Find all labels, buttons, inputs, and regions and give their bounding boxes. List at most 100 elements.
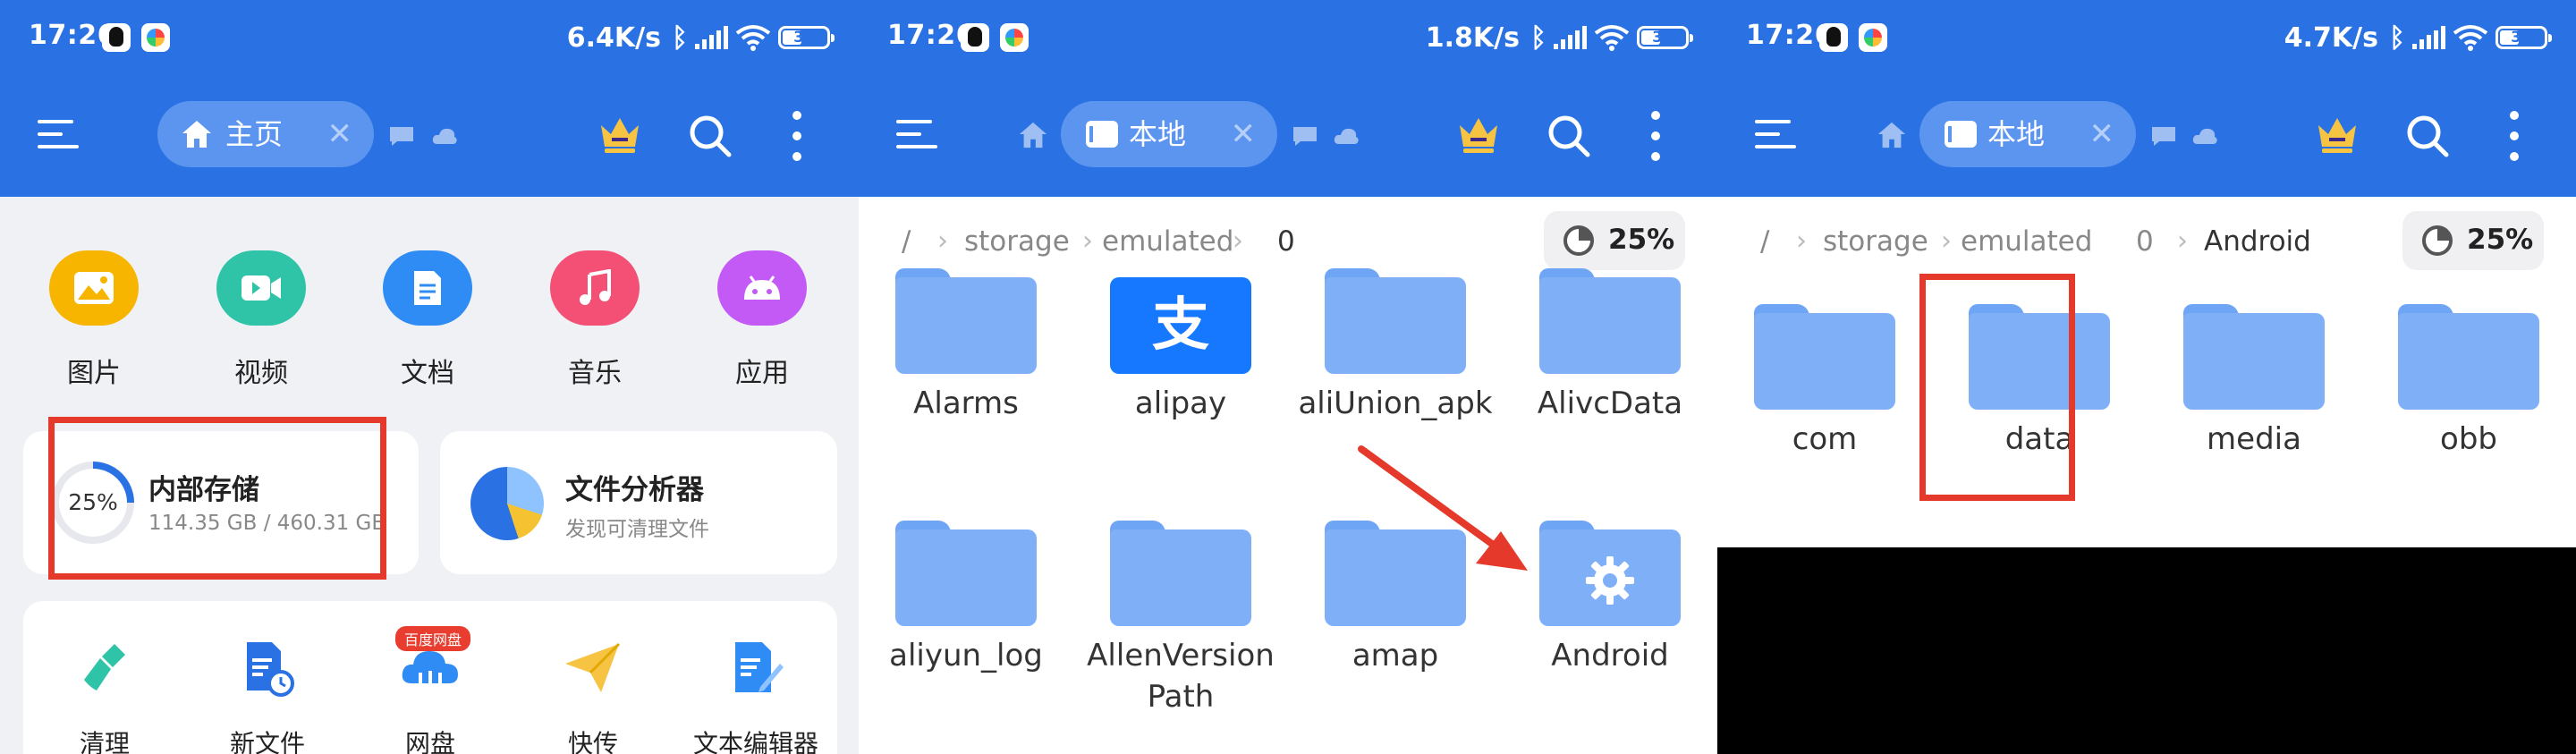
tool-cloud-drive[interactable]: 百度网盘 网盘 xyxy=(354,626,506,754)
breadcrumb-root[interactable]: / xyxy=(1760,224,1769,259)
tool-label: 快传 xyxy=(567,729,618,754)
battery-level: 39 xyxy=(2511,29,2532,47)
battery-level: 39 xyxy=(793,29,815,47)
tool-new-file[interactable]: 新文件 xyxy=(191,637,343,754)
status-indicators: 6.4K/s ᛒ 39 xyxy=(566,20,835,55)
category-label: 视频 xyxy=(234,358,288,389)
network-speed: 4.7K/s xyxy=(2284,21,2378,54)
cloud-drive-icon xyxy=(399,637,462,699)
close-icon[interactable]: ✕ xyxy=(327,117,353,151)
battery-level: 39 xyxy=(1652,29,1674,47)
folder-item[interactable]: com xyxy=(1717,304,1932,460)
breadcrumb-storage[interactable]: storage xyxy=(1823,224,1928,259)
close-icon[interactable]: ✕ xyxy=(2089,117,2115,151)
tool-clean[interactable]: 清理 xyxy=(29,637,181,754)
bluetooth-icon: ᛒ xyxy=(2389,21,2405,54)
folder-item[interactable]: obb xyxy=(2361,304,2576,460)
category-music[interactable]: 音乐 xyxy=(541,250,648,390)
home-icon[interactable] xyxy=(1877,120,1907,150)
category-videos[interactable]: 视频 xyxy=(208,250,315,390)
breadcrumb-0[interactable]: 0 xyxy=(2136,224,2154,259)
cloud-icon[interactable] xyxy=(431,125,458,147)
nav-row: 本地 ✕ xyxy=(1717,98,2576,170)
local-storage-icon xyxy=(1945,121,1977,148)
top-bar: 17:26 6.4K/s ᛒ 39 主页 ✕ xyxy=(0,0,859,197)
search-icon[interactable] xyxy=(2404,113,2451,159)
battery-icon: 39 xyxy=(778,26,835,49)
music-icon xyxy=(550,250,640,326)
notification-app-icon xyxy=(1859,23,1887,52)
category-images[interactable]: 图片 xyxy=(40,250,148,390)
tab-local[interactable]: 本地 ✕ xyxy=(1919,101,2136,167)
folder-icon xyxy=(1754,304,1895,410)
chat-icon[interactable] xyxy=(388,125,415,147)
storage-usage-button[interactable]: 25% xyxy=(2402,211,2544,270)
category-label: 文档 xyxy=(401,358,454,389)
folder-name: media xyxy=(2207,421,2301,457)
tool-text-editor[interactable]: 文本编辑器 xyxy=(680,637,832,754)
folder-item[interactable]: media xyxy=(2147,304,2361,460)
menu-icon[interactable] xyxy=(38,116,82,152)
folder-name: obb xyxy=(2440,421,2497,457)
folder-name: com xyxy=(1792,421,1858,457)
menu-icon[interactable] xyxy=(1755,116,1800,152)
crown-icon[interactable] xyxy=(597,114,642,154)
annotation-arrow xyxy=(1358,445,1528,571)
bluetooth-icon: ᛒ xyxy=(672,21,688,54)
category-label: 图片 xyxy=(67,358,121,389)
tab-label: 主页 xyxy=(225,117,284,151)
cloud-icon[interactable] xyxy=(2191,125,2218,147)
top-bar: 17:26 4.7K/s ᛒ 39 本地 ✕ xyxy=(1717,0,2576,197)
nav-row: 主页 ✕ xyxy=(0,98,859,170)
tool-quick-send[interactable]: 快传 xyxy=(517,637,669,754)
text-editor-icon xyxy=(724,637,787,699)
notification-app-icon xyxy=(141,23,170,52)
storage-percent: 25% xyxy=(68,489,118,515)
panel-home: 17:26 6.4K/s ᛒ 39 主页 ✕ 图片 视频 文档 音乐 应用 25… xyxy=(0,0,859,754)
panel-android-folder: 17:26 4.7K/s ᛒ 39 本地 ✕ / › storage › emu… xyxy=(1717,0,2576,754)
highlight-box xyxy=(1919,274,2075,501)
category-apps[interactable]: 应用 xyxy=(708,250,816,390)
tool-label: 清理 xyxy=(79,729,130,754)
new-file-icon xyxy=(236,637,299,699)
breadcrumb: / › storage › emulated 0 › Android 25% xyxy=(1717,197,2576,286)
empty-area xyxy=(1717,547,2576,754)
broom-icon xyxy=(73,637,136,699)
qq-icon xyxy=(1819,23,1848,52)
tab-home[interactable]: 主页 ✕ xyxy=(157,101,374,167)
analyzer-subtitle: 发现可清理文件 xyxy=(565,518,709,541)
category-label: 应用 xyxy=(735,358,789,389)
analyzer-title: 文件分析器 xyxy=(565,474,704,506)
chevron-right-icon: › xyxy=(1941,225,1952,257)
document-icon xyxy=(383,250,472,326)
status-bar: 17:26 6.4K/s ᛒ 39 xyxy=(0,16,859,59)
search-icon[interactable] xyxy=(687,113,733,159)
home-icon xyxy=(182,121,211,148)
pie-chart-icon xyxy=(2422,225,2453,256)
breadcrumb-current[interactable]: Android xyxy=(2204,224,2311,259)
image-icon xyxy=(49,250,139,326)
category-documents[interactable]: 文档 xyxy=(374,250,481,390)
more-options-icon[interactable] xyxy=(2508,111,2521,161)
folder-icon xyxy=(2183,304,2325,410)
wifi-icon xyxy=(735,25,771,51)
chevron-right-icon: › xyxy=(1796,225,1807,257)
tools-card: 清理 新文件 百度网盘 网盘 快传 文本编辑器 xyxy=(23,601,837,754)
status-indicators: 4.7K/s ᛒ 39 xyxy=(2284,20,2552,55)
video-icon xyxy=(216,250,306,326)
status-bar: 17:26 4.7K/s ᛒ 39 xyxy=(1717,16,2576,59)
tool-label: 文本编辑器 xyxy=(692,729,818,754)
wifi-icon xyxy=(2453,25,2488,51)
crown-icon[interactable] xyxy=(2315,114,2360,154)
file-analyzer-card[interactable]: 文件分析器 发现可清理文件 xyxy=(440,431,837,574)
usage-percent: 25% xyxy=(2467,224,2534,256)
panel-storage-root: 17:26 1.8K/s ᛒ 39 本地 ✕ / › storage › emu… xyxy=(859,0,1717,754)
battery-icon: 39 xyxy=(2496,26,2552,49)
android-icon xyxy=(717,250,807,326)
folder-icon xyxy=(2398,304,2539,410)
chat-icon[interactable] xyxy=(2150,125,2177,147)
breadcrumb-emulated[interactable]: emulated xyxy=(1961,224,2092,259)
paper-plane-icon xyxy=(562,637,624,699)
more-options-icon[interactable] xyxy=(791,111,803,161)
network-speed: 6.4K/s xyxy=(566,21,661,54)
